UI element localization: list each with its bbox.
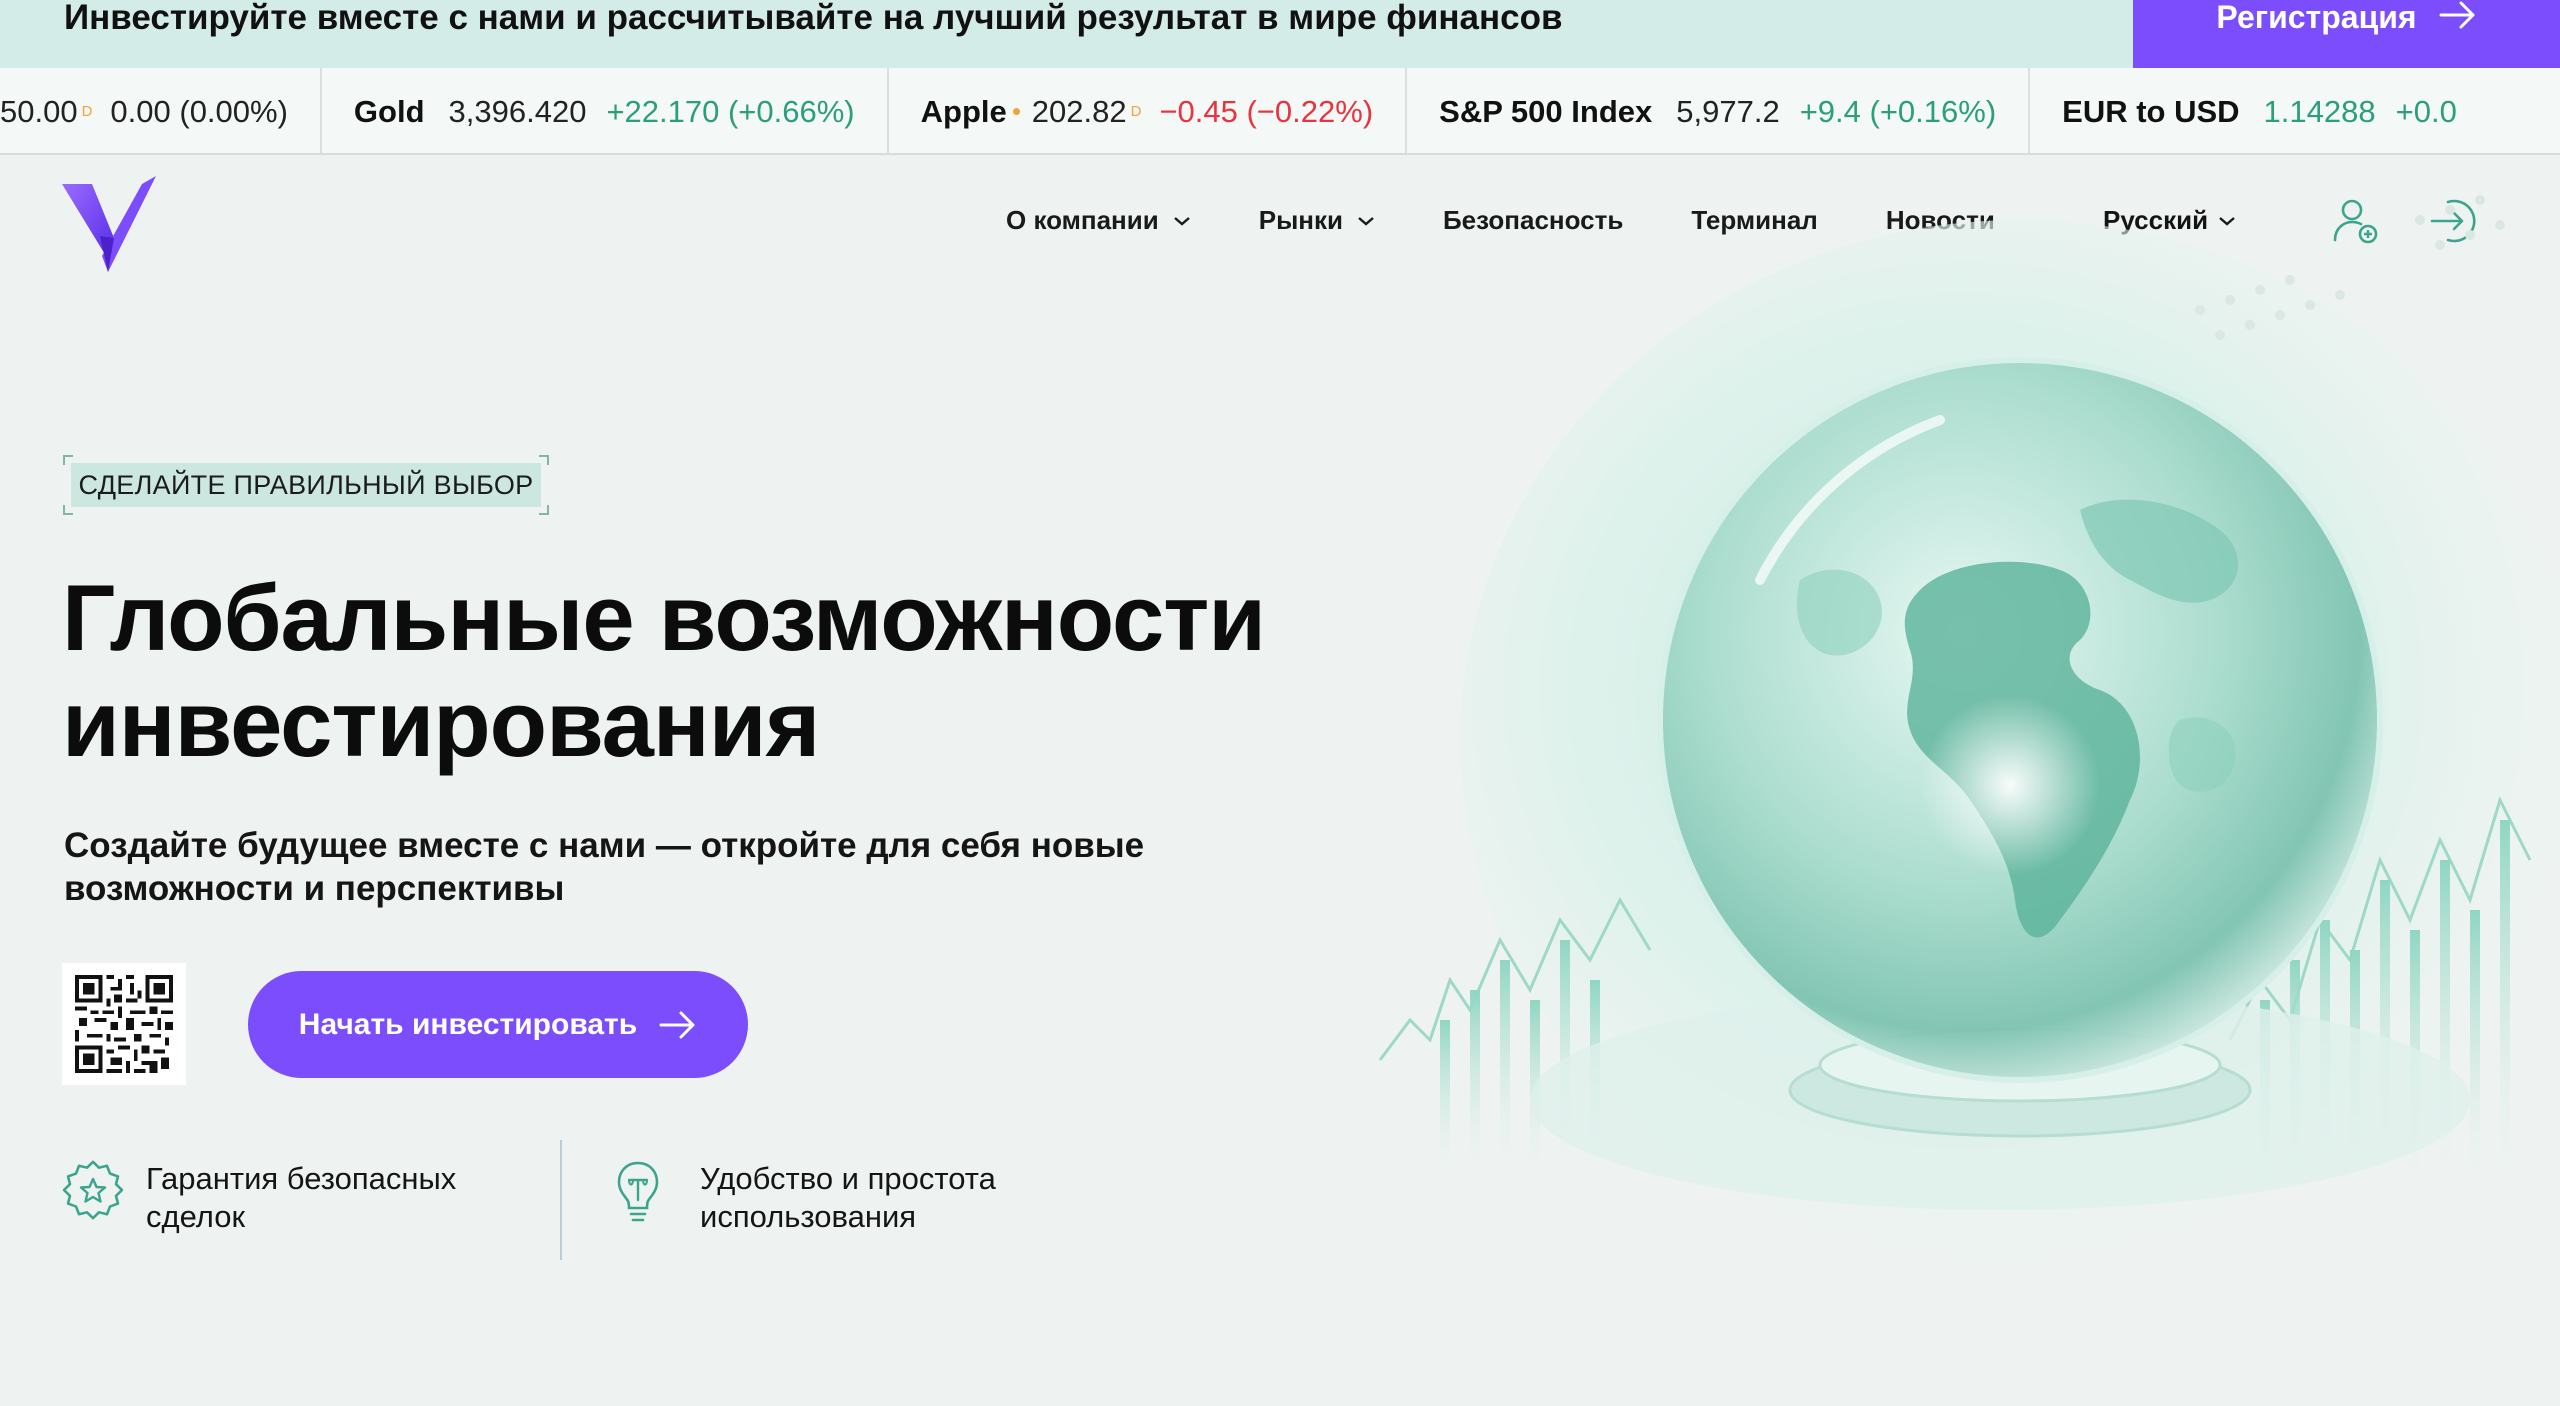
qr-code[interactable]	[62, 963, 186, 1085]
hero-title: Глобальные возможности инвестирования	[62, 565, 1362, 777]
feature-line1: Удобство и простота	[700, 1161, 996, 1196]
ticker-item[interactable]: Apple 202.82 D −0.45 (−0.22%)	[889, 68, 1408, 153]
hero-subtitle-line1: Создайте будущее вместе с нами — откройт…	[64, 826, 1145, 865]
cta-label: Начать инвестировать	[298, 1007, 638, 1041]
feature-line1: Гарантия безопасных	[146, 1161, 457, 1196]
register-button-label: Регистрация	[2216, 0, 2417, 35]
hero-title-line2: инвестирования	[62, 671, 820, 776]
feature-ease-of-use: Удобство и простота использования	[616, 1160, 1140, 1236]
hero-subtitle-line2: возможности и перспективы	[64, 869, 565, 908]
feature-divider	[560, 1140, 562, 1260]
nav-item-about[interactable]: О компании	[1006, 205, 1191, 236]
ticker-track: 50.00 D 0.00 (0.00%) Gold 3,396.420 +22.…	[0, 68, 2489, 153]
qr-code-image	[75, 975, 173, 1073]
brand-logo[interactable]	[62, 176, 156, 272]
ticker-name: Gold	[353, 93, 425, 129]
feature-safe-deals: Гарантия безопасных сделок	[62, 1160, 526, 1236]
lightbulb-icon	[617, 1161, 659, 1222]
ticker-item[interactable]: Gold 3,396.420 +22.170 (+0.66%)	[322, 68, 889, 153]
promo-text: Инвестируйте вместе с нами и рассчитывай…	[64, 0, 1563, 37]
ticker-change: +22.170 (+0.66%)	[606, 93, 855, 129]
status-dot	[1012, 108, 1020, 115]
nav-item-label: О компании	[1006, 205, 1159, 235]
globe-illustration	[1378, 195, 2560, 1260]
ticker-change: 0.00 (0.00%)	[110, 93, 288, 129]
feature-text: Гарантия безопасных сделок	[146, 1160, 526, 1236]
feature-line2: сделок	[146, 1199, 246, 1234]
hero-title-line1: Глобальные возможности	[62, 565, 1266, 670]
hero-subtitle: Создайте будущее вместе с нами — откройт…	[64, 824, 1204, 910]
ticker-price: 202.82	[1031, 93, 1127, 129]
ticker-item[interactable]: EUR to USD 1.14288 +0.0	[2030, 68, 2489, 153]
ticker-name: S&P 500 Index	[1439, 93, 1653, 129]
ticker-change: +0.0	[2395, 93, 2457, 129]
hero-badge: СДЕЛАЙТЕ ПРАВИЛЬНЫЙ ВЫБОР	[63, 455, 549, 515]
ticker-price: 1.14288	[2263, 93, 2376, 129]
ticker-name: EUR to USD	[2062, 93, 2240, 129]
arrow-right-icon	[2439, 1, 2475, 29]
arrow-right-icon	[659, 1011, 695, 1038]
feature-text: Удобство и простота использования	[700, 1160, 1140, 1236]
delay-mark: D	[81, 103, 93, 120]
ticker-item[interactable]: 50.00 D 0.00 (0.00%)	[0, 68, 322, 153]
ticker-price: 50.00	[0, 93, 78, 129]
feature-line2: использования	[700, 1199, 917, 1234]
promo-bar: Инвестируйте вместе с нами и рассчитывай…	[0, 0, 2560, 68]
badge-label: СДЕЛАЙТЕ ПРАВИЛЬНЫЙ ВЫБОР	[71, 463, 541, 507]
register-button[interactable]: Регистрация	[2133, 0, 2560, 68]
ticker-item[interactable]: S&P 500 Index 5,977.2 +9.4 (+0.16%)	[1407, 68, 2031, 153]
chevron-down-icon	[1173, 216, 1190, 226]
ticker-name: Apple	[920, 93, 1007, 129]
ticker-price: 5,977.2	[1676, 93, 1780, 129]
ticker-price: 3,396.420	[448, 93, 587, 129]
delay-mark: D	[1130, 103, 1142, 120]
ticker-change: +9.4 (+0.16%)	[1799, 93, 1997, 129]
ticker-change: −0.45 (−0.22%)	[1159, 93, 1374, 129]
start-investing-button[interactable]: Начать инвестировать	[248, 971, 748, 1078]
star-badge-icon	[62, 1160, 124, 1220]
market-ticker: 50.00 D 0.00 (0.00%) Gold 3,396.420 +22.…	[0, 68, 2560, 155]
